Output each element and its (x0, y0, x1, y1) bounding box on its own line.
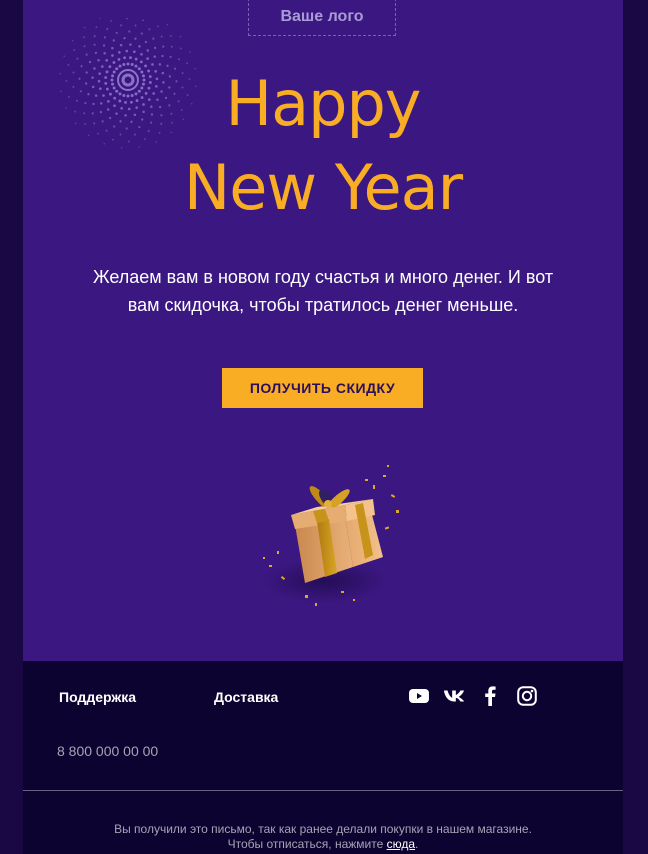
headline-line-2: New Year (183, 151, 463, 224)
instagram-icon[interactable] (516, 685, 538, 707)
email-container: Ваше лого Happy New Year Желаем вам в но… (23, 0, 623, 854)
headline: Happy New Year (23, 62, 623, 230)
gift-icon (263, 465, 399, 606)
youtube-icon[interactable] (408, 685, 430, 707)
legal-text: Вы получили это письмо, так как ранее де… (23, 822, 623, 852)
unsubscribe-text: Чтобы отписаться, нажмите (227, 837, 387, 851)
legal-line-2: Чтобы отписаться, нажмите сюда. (23, 837, 623, 852)
footer: Поддержка Доставка 8 800 000 00 00 Вы по… (23, 661, 623, 854)
footer-divider (23, 790, 623, 791)
unsubscribe-link[interactable]: сюда (387, 837, 415, 851)
facebook-icon[interactable] (479, 685, 501, 707)
greeting-line-1: Желаем вам в новом году счастья и много … (92, 267, 554, 287)
get-discount-button[interactable]: ПОЛУЧИТЬ СКИДКУ (222, 368, 423, 408)
logo-text: Ваше лого (280, 8, 364, 25)
hero-section: Ваше лого Happy New Year Желаем вам в но… (23, 0, 623, 661)
delivery-link[interactable]: Доставка (214, 689, 278, 705)
headline-line-1: Happy (225, 67, 421, 140)
vk-icon[interactable] (443, 685, 465, 707)
greeting-text: Желаем вам в новом году счастья и много … (53, 263, 593, 319)
support-phone: 8 800 000 00 00 (57, 743, 159, 759)
logo-placeholder[interactable]: Ваше лого (248, 0, 396, 36)
support-link[interactable]: Поддержка (59, 689, 136, 705)
unsubscribe-period: . (415, 837, 419, 851)
greeting-line-2: вам скидочка, чтобы тратилось денег мень… (127, 295, 519, 315)
legal-line-1: Вы получили это письмо, так как ранее де… (114, 822, 532, 836)
